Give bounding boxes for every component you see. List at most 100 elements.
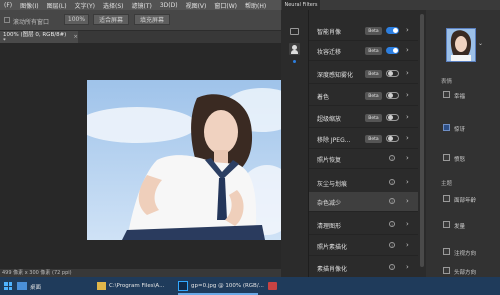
- facial-age-checkbox[interactable]: [443, 195, 450, 202]
- anger-checkbox[interactable]: [443, 154, 450, 161]
- filter-item-super-zoom[interactable]: 超级缩放 Beta ›: [309, 108, 418, 128]
- filter-label: 杂色减少: [317, 200, 342, 207]
- section-theme: 主题: [441, 181, 453, 187]
- filter-item-photo-sketch[interactable]: 照片素描化 i ›: [309, 236, 418, 256]
- filter-label: 清理图形: [317, 223, 342, 230]
- chevron-right-icon[interactable]: ›: [406, 241, 409, 249]
- filter-item-smart-portrait[interactable]: 智能肖像 Beta ›: [309, 21, 418, 41]
- chevron-right-icon[interactable]: ›: [406, 113, 409, 121]
- filter-toggle[interactable]: [386, 47, 399, 54]
- desktop-icon[interactable]: [17, 282, 27, 290]
- beta-badge: Beta: [365, 114, 382, 122]
- info-icon[interactable]: i: [389, 242, 395, 248]
- info-icon[interactable]: i: [389, 264, 395, 270]
- eye-direction-label: 注视方向: [454, 251, 477, 257]
- hair-thickness-label: 发量: [454, 224, 466, 230]
- filter-label: 移除 JPEG...: [317, 137, 351, 144]
- toggle-knob: [388, 115, 393, 120]
- desktop-label[interactable]: 桌面: [30, 283, 41, 291]
- beta-badge: Beta: [365, 70, 382, 78]
- filter-label: 照片素描化: [317, 244, 348, 251]
- menu-type[interactable]: 文字(Y): [71, 1, 99, 10]
- chevron-right-icon[interactable]: ›: [406, 197, 409, 205]
- fit-screen-button[interactable]: 适合屏幕: [93, 14, 129, 25]
- windows-start-icon[interactable]: [4, 282, 12, 290]
- taskbar-photoshop-item[interactable]: gp=0.jpg @ 100% (RGB/...: [191, 283, 264, 289]
- menu-help[interactable]: 帮助(H): [241, 1, 270, 10]
- windows-logo-tile: [4, 286, 8, 290]
- menu-select[interactable]: 选择(S): [99, 1, 128, 10]
- filter-item-dust-scratches[interactable]: 灰尘与划痕 i ›: [309, 173, 418, 193]
- info-icon[interactable]: i: [389, 155, 395, 161]
- menu-file[interactable]: (F): [0, 2, 16, 9]
- filter-label: 智能肖像: [317, 29, 342, 36]
- filter-item-jpeg-artifacts[interactable]: 移除 JPEG... Beta ›: [309, 129, 418, 149]
- face-thumbnail[interactable]: [446, 28, 476, 62]
- menu-image[interactable]: 图像(I): [16, 1, 42, 10]
- surprise-checkbox[interactable]: [443, 124, 450, 131]
- info-icon[interactable]: i: [389, 179, 395, 185]
- scrollbar-thumb[interactable]: [420, 14, 424, 267]
- filter-label: 照片恢复: [317, 157, 342, 164]
- neural-filters-tab[interactable]: Neural Filters: [282, 0, 320, 10]
- filter-toggle[interactable]: [386, 27, 399, 34]
- chevron-right-icon[interactable]: ›: [406, 178, 409, 186]
- chevron-right-icon[interactable]: ›: [406, 91, 409, 99]
- photoshop-icon: [178, 281, 188, 291]
- app-icon[interactable]: [268, 282, 277, 290]
- anger-label: 愤怒: [454, 157, 466, 163]
- scroll-all-label: 滚动所有窗口: [13, 19, 50, 26]
- beta-badge: Beta: [365, 27, 382, 35]
- hair-thickness-checkbox[interactable]: [443, 221, 450, 228]
- chevron-right-icon[interactable]: ›: [406, 26, 409, 34]
- filter-toggle[interactable]: [386, 135, 399, 142]
- chevron-right-icon[interactable]: ›: [406, 69, 409, 77]
- info-icon[interactable]: i: [389, 221, 395, 227]
- filter-item-noise-reduction[interactable]: 杂色减少 i ›: [309, 192, 418, 212]
- filter-toggle[interactable]: [386, 92, 399, 99]
- filter-item-photo-restoration[interactable]: 照片恢复 i ›: [309, 149, 418, 169]
- menu-layer[interactable]: 图层(L): [43, 1, 71, 10]
- all-filters-icon[interactable]: [290, 28, 299, 35]
- fill-screen-button[interactable]: 填充屏幕: [134, 14, 170, 25]
- toggle-knob: [388, 93, 393, 98]
- menu-3d[interactable]: 3D(D): [156, 2, 182, 9]
- zoom-field[interactable]: 100%: [64, 14, 89, 25]
- chevron-right-icon[interactable]: ›: [406, 134, 409, 142]
- filter-label: 妆容迁移: [317, 49, 342, 56]
- active-indicator-dot: [293, 60, 296, 63]
- filter-item-depth-blur[interactable]: 深度感知雾化 Beta ›: [309, 64, 418, 84]
- toggle-knob: [388, 71, 393, 76]
- menu-window[interactable]: 窗口(W): [210, 1, 241, 10]
- chevron-right-icon[interactable]: ›: [406, 46, 409, 54]
- filter-toggle[interactable]: [386, 70, 399, 77]
- info-icon[interactable]: i: [389, 198, 395, 204]
- filter-item-sketch-portrait[interactable]: 素描肖像化 i ›: [309, 258, 418, 278]
- taskbar-explorer-item[interactable]: C:\Program Files\A...: [109, 283, 164, 289]
- filter-label: 灰尘与划痕: [317, 181, 348, 188]
- featured-filters-icon[interactable]: [289, 43, 300, 55]
- beta-badge: Beta: [365, 47, 382, 55]
- eye-direction-checkbox[interactable]: [443, 248, 450, 255]
- filter-toggle[interactable]: [386, 114, 399, 121]
- filter-item-clean-graphics[interactable]: 清理图形 i ›: [309, 215, 418, 235]
- chevron-down-icon[interactable]: ⌄: [478, 40, 483, 47]
- portrait-photo: [87, 80, 281, 240]
- chevron-right-icon[interactable]: ›: [406, 220, 409, 228]
- menu-filter[interactable]: 滤镜(T): [127, 1, 155, 10]
- filter-label: 深度感知雾化: [317, 72, 354, 79]
- chevron-right-icon[interactable]: ›: [406, 263, 409, 271]
- chevron-right-icon[interactable]: ›: [406, 154, 409, 162]
- document-tab[interactable]: 100% (图层 0, RGB/8#) * ×: [0, 31, 78, 44]
- close-icon[interactable]: ×: [73, 34, 78, 40]
- head-direction-checkbox[interactable]: [443, 267, 450, 274]
- filter-item-colorize[interactable]: 着色 Beta ›: [309, 86, 418, 106]
- scroll-all-checkbox[interactable]: [4, 17, 10, 23]
- document-image[interactable]: [87, 80, 281, 240]
- head-direction-label: 头部方向: [454, 270, 477, 276]
- toggle-knob: [388, 136, 393, 141]
- happy-checkbox[interactable]: [443, 91, 450, 98]
- filter-item-makeup-transfer[interactable]: 妆容迁移 Beta ›: [309, 41, 418, 61]
- menu-view[interactable]: 视图(V): [182, 1, 211, 10]
- filter-settings-panel: ⌄ 表情 幸福 惊讶 愤怒 主题 面部年龄 发量 注视方向 头部方向: [426, 10, 500, 277]
